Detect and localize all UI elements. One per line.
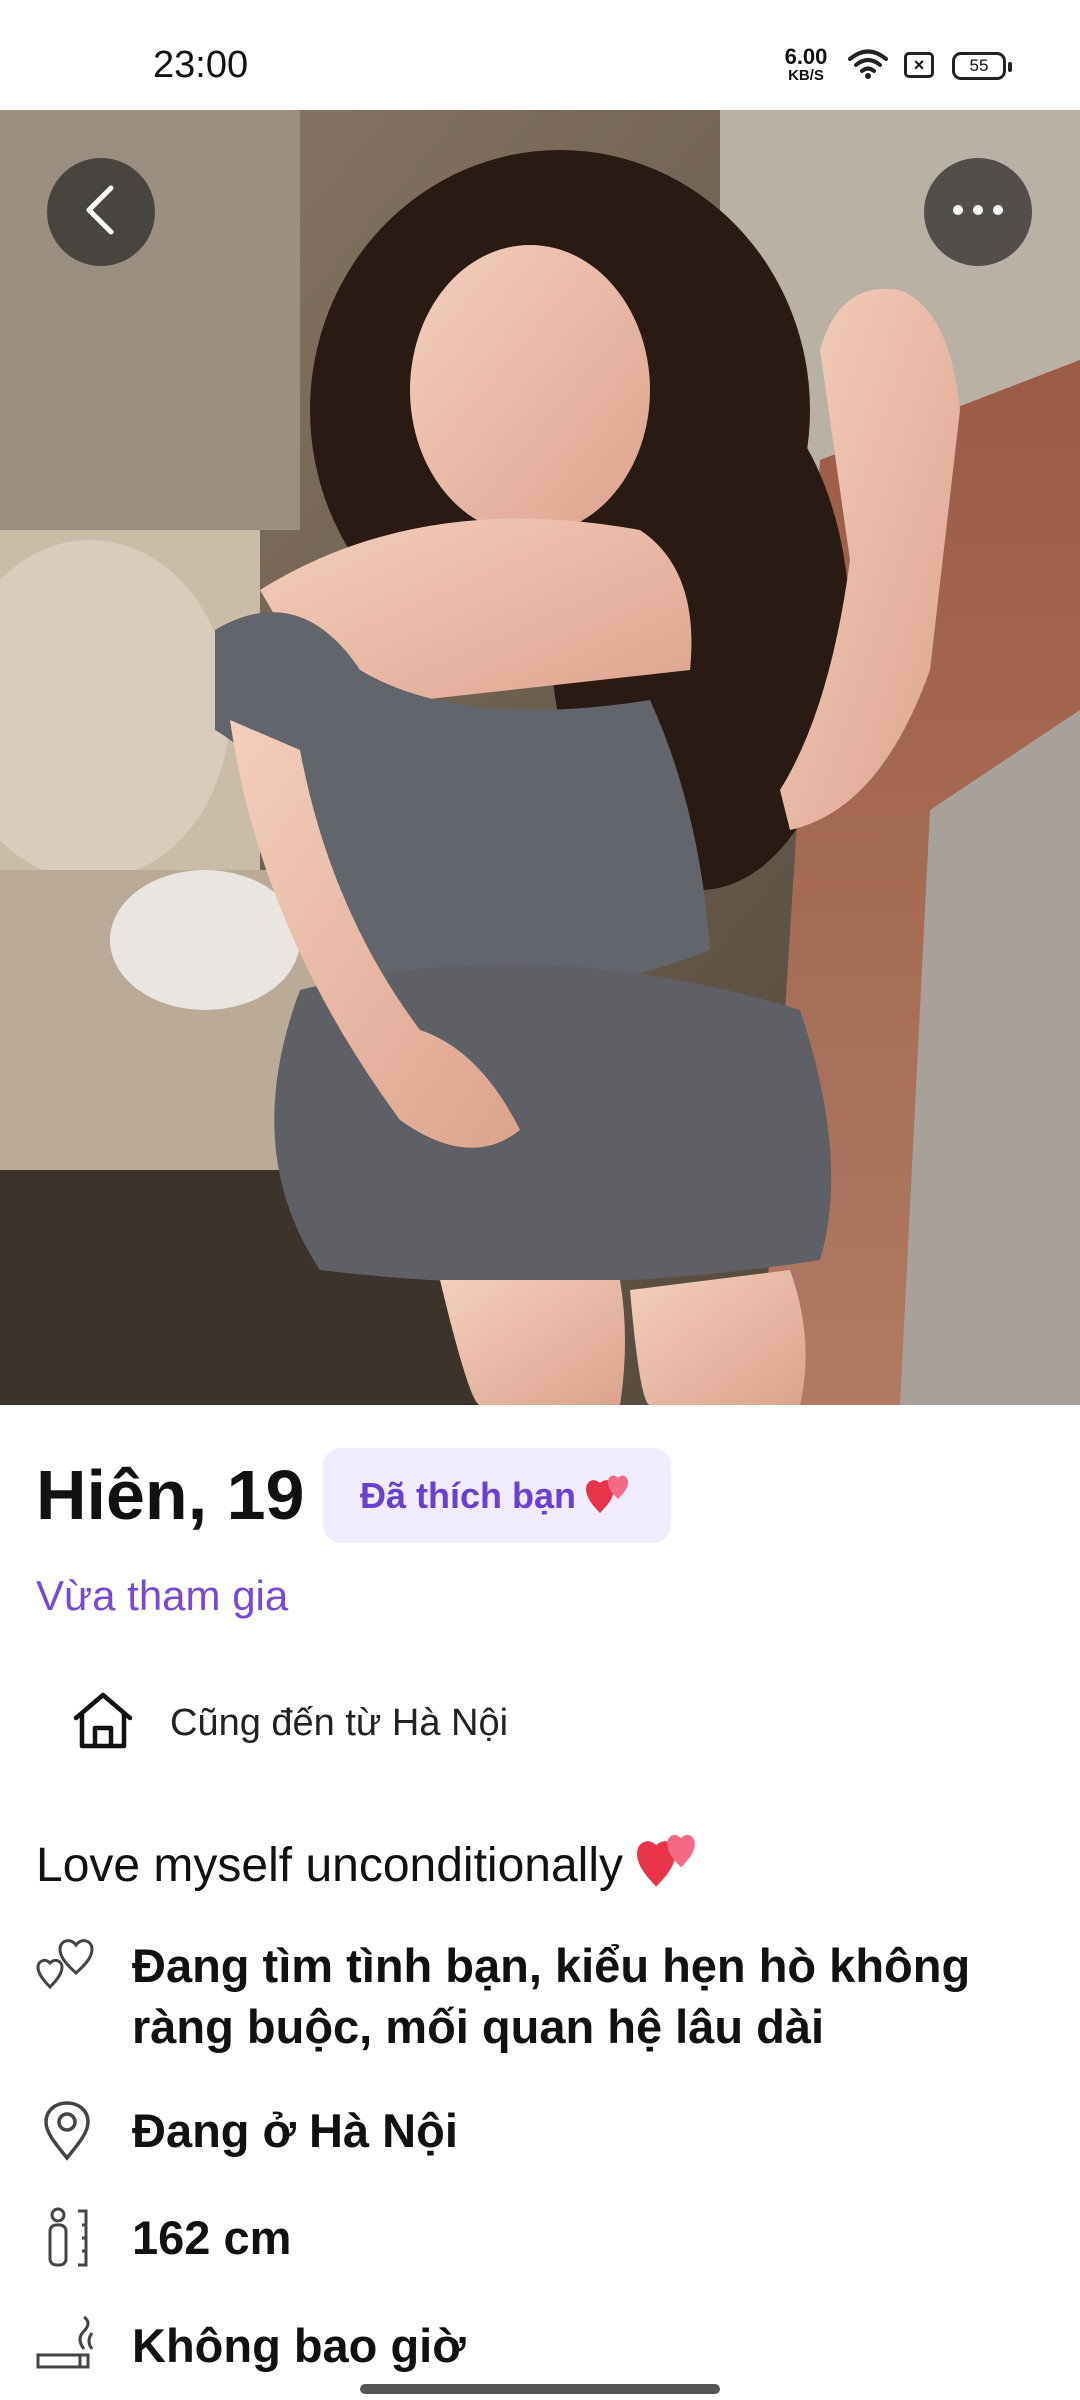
wifi-icon — [848, 48, 888, 85]
more-dots-icon — [952, 203, 1004, 221]
no-sim-icon: × — [904, 52, 934, 78]
battery-level: 55 — [969, 56, 989, 75]
home-icon — [70, 1690, 136, 1757]
liked-you-badge: Đã thích bạn — [323, 1448, 671, 1543]
height-row: 162 cm — [36, 2207, 1080, 2269]
bio: Love myself unconditionally — [36, 1828, 703, 1902]
joined-status: Vừa tham gia — [36, 1572, 289, 1619]
looking-for-row: Đang tìm tình bạn, kiểu hẹn hò không ràn… — [36, 1935, 1080, 2057]
network-speed-unit: KB/S — [788, 67, 824, 84]
more-options-button[interactable] — [924, 158, 1032, 266]
status-bar: 23:00 6.00 KB/S × 55 — [0, 0, 1080, 110]
hometown-row: Cũng đến từ Hà Nội — [70, 1690, 508, 1757]
hearts-outline-icon — [36, 1935, 98, 1995]
status-time: 23:00 — [153, 44, 249, 86]
network-speed-value: 6.00 — [784, 44, 828, 69]
location-pin-icon — [36, 2100, 98, 2162]
location-text: Đang ở Hà Nội — [132, 2104, 458, 2157]
bio-text: Love myself unconditionally — [36, 1838, 623, 1892]
smoking-icon — [36, 2315, 98, 2371]
hometown-text: Cũng đến từ Hà Nội — [170, 1702, 509, 1744]
location-row: Đang ở Hà Nội — [36, 2100, 1080, 2162]
home-indicator[interactable] — [360, 2384, 720, 2394]
network-speed: 6.00 KB/S — [778, 44, 834, 84]
height-ruler-icon — [36, 2207, 98, 2269]
two-hearts-icon — [637, 1828, 703, 1902]
chevron-left-icon — [81, 184, 121, 241]
looking-for-text: Đang tìm tình bạn, kiểu hẹn hò không ràn… — [132, 1939, 971, 2053]
height-text: 162 cm — [132, 2211, 292, 2264]
smoking-row: Không bao giờ — [36, 2315, 1080, 2376]
smoking-text: Không bao giờ — [132, 2319, 466, 2372]
battery-icon: 55 — [952, 52, 1012, 80]
two-hearts-icon — [586, 1471, 634, 1520]
profile-photo[interactable] — [0, 110, 1080, 1405]
liked-you-label: Đã thích bạn — [359, 1474, 577, 1516]
back-button[interactable] — [47, 158, 155, 266]
profile-name-age: Hiên, 19 — [36, 1456, 305, 1534]
